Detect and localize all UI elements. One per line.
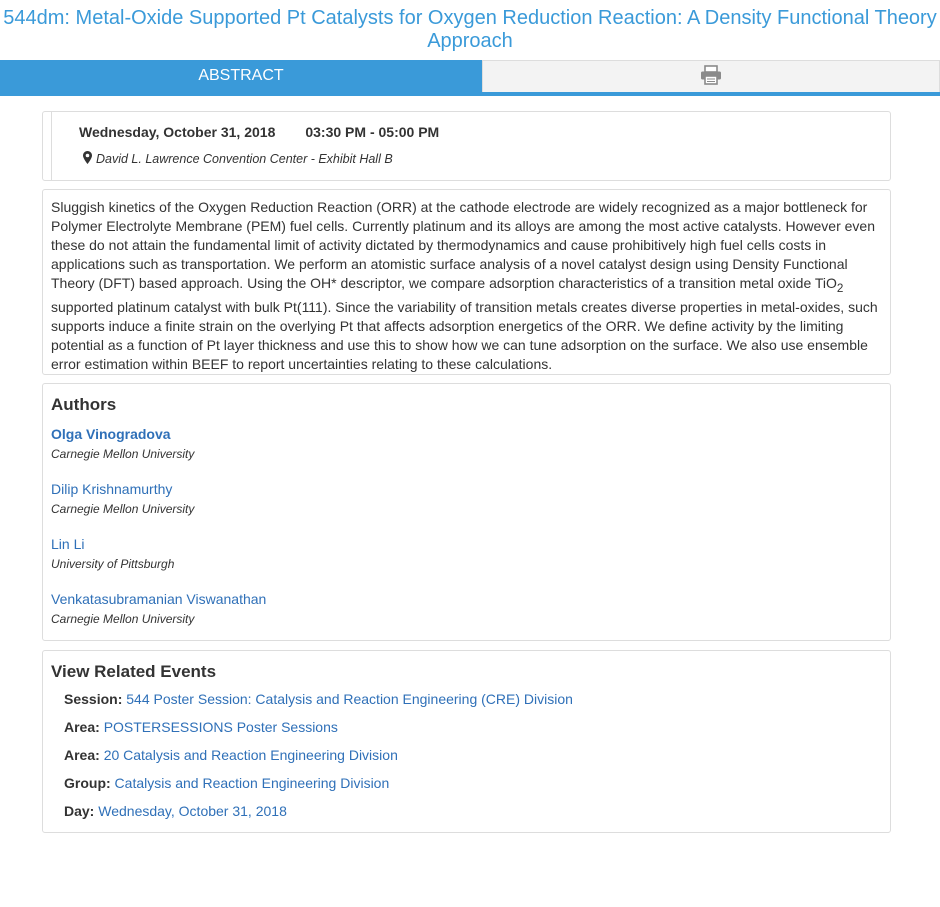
author-affiliation: Carnegie Mellon University [51,447,195,461]
author-name-link[interactable]: Venkatasubramanian Viswanathan [51,591,882,608]
page-title: 544dm: Metal-Oxide Supported Pt Catalyst… [3,7,937,52]
related-events-list: Session: 544 Poster Session: Catalysis a… [51,691,882,820]
related-key: Group: [64,775,111,791]
author-affiliation: University of Pittsburgh [51,557,175,571]
tab-print[interactable] [482,60,940,92]
abstract-panel: Sluggish kinetics of the Oxygen Reductio… [42,189,891,375]
map-marker-icon [83,151,96,167]
authors-heading: Authors [51,395,117,414]
panel-divider [51,112,52,180]
related-link[interactable]: Wednesday, October 31, 2018 [98,803,287,819]
tab-bar: ABSTRACT [0,60,940,96]
session-location: David L. Lawrence Convention Center - Ex… [83,151,393,167]
author-item: Lin Li University of Pittsburgh [51,536,882,572]
author-affiliation: Carnegie Mellon University [51,612,195,626]
session-date: Wednesday, October 31, 2018 [79,124,276,140]
session-time: 03:30 PM - 05:00 PM [305,124,440,140]
author-item: Dilip Krishnamurthy Carnegie Mellon Univ… [51,481,882,517]
related-link[interactable]: POSTERSESSIONS Poster Sessions [104,719,338,735]
author-name-link[interactable]: Dilip Krishnamurthy [51,481,882,498]
abstract-text: Sluggish kinetics of the Oxygen Reductio… [51,199,878,372]
tab-underline [0,92,940,96]
author-affiliation: Carnegie Mellon University [51,502,195,516]
author-name-link[interactable]: Lin Li [51,536,882,553]
related-key: Day: [64,803,95,819]
related-key: Session: [64,691,123,707]
print-icon[interactable] [700,65,722,88]
related-events-panel: View Related Events Session: 544 Poster … [42,650,891,833]
tab-abstract[interactable]: ABSTRACT [0,60,482,92]
author-item: Venkatasubramanian Viswanathan Carnegie … [51,591,882,627]
related-event-item: Area: 20 Catalysis and Reaction Engineer… [64,747,882,764]
related-link[interactable]: 544 Poster Session: Catalysis and Reacti… [126,691,573,707]
authors-panel: Authors Olga Vinogradova Carnegie Mellon… [42,383,891,641]
session-datetime: Wednesday, October 31, 2018 03:30 PM - 05… [79,124,439,140]
related-events-heading: View Related Events [51,662,217,681]
related-link[interactable]: 20 Catalysis and Reaction Engineering Di… [104,747,398,763]
location-text: David L. Lawrence Convention Center - Ex… [96,152,393,166]
related-event-item: Session: 544 Poster Session: Catalysis a… [64,691,882,708]
related-event-item: Area: POSTERSESSIONS Poster Sessions [64,719,882,736]
related-key: Area: [64,719,100,735]
related-key: Area: [64,747,100,763]
related-event-item: Group: Catalysis and Reaction Engineerin… [64,775,882,792]
author-item: Olga Vinogradova Carnegie Mellon Univers… [51,426,882,462]
abstract-subscript: 2 [836,281,844,295]
session-info-panel: Wednesday, October 31, 2018 03:30 PM - 05… [42,111,891,181]
author-name-link[interactable]: Olga Vinogradova [51,426,882,443]
related-event-item: Day: Wednesday, October 31, 2018 [64,803,882,820]
related-link[interactable]: Catalysis and Reaction Engineering Divis… [115,775,390,791]
